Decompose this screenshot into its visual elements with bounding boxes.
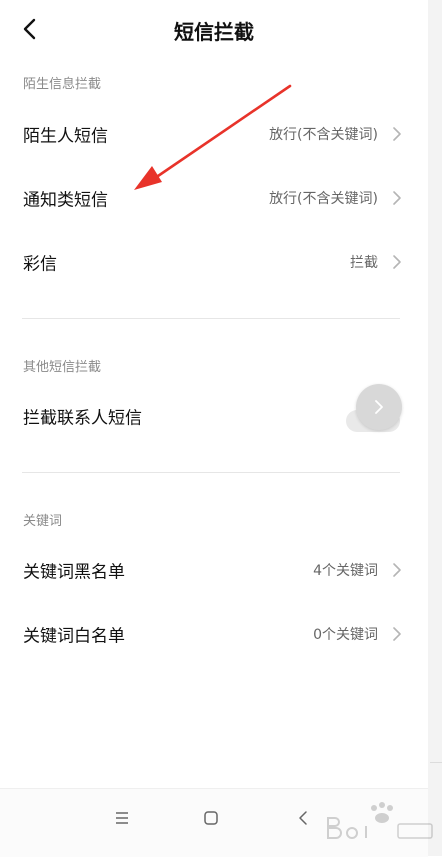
- section-title-other: 其他短信拦截: [23, 360, 102, 375]
- divider: [22, 472, 400, 473]
- chevron-right-icon: [393, 563, 401, 577]
- menu-icon: [116, 812, 128, 824]
- row-keyword-blacklist[interactable]: 关键词黑名单 4个关键词: [0, 540, 428, 600]
- divider: [22, 318, 400, 319]
- header: 短信拦截: [0, 0, 428, 60]
- row-label: 关键词黑名单: [23, 562, 125, 583]
- row-label: 陌生人短信: [23, 126, 108, 147]
- row-value: 放行(不含关键词): [269, 191, 378, 207]
- toggle-knob: [356, 384, 402, 430]
- section-title-keywords: 关键词: [23, 514, 63, 529]
- chevron-right-icon: [393, 255, 401, 269]
- row-value: 4个关键词: [313, 563, 378, 579]
- right-edge-strip: [428, 0, 442, 856]
- row-keyword-whitelist[interactable]: 关键词白名单 0个关键词: [0, 604, 428, 664]
- row-value: 放行(不含关键词): [269, 127, 378, 143]
- nav-back-button[interactable]: [288, 803, 318, 833]
- home-square-icon: [204, 811, 218, 825]
- chevron-right-icon: [393, 627, 401, 641]
- page-title: 短信拦截: [174, 20, 254, 44]
- watermark-logo: [327, 802, 433, 839]
- row-label: 彩信: [23, 254, 57, 275]
- row-label: 通知类短信: [23, 190, 108, 211]
- chevron-right-icon: [393, 127, 401, 141]
- block-contact-sms-toggle[interactable]: [346, 384, 402, 434]
- edge-divider: [430, 762, 442, 763]
- chevron-right-icon: [393, 191, 401, 205]
- row-label: 关键词白名单: [23, 626, 125, 647]
- row-notification-sms[interactable]: 通知类短信 放行(不含关键词): [0, 168, 428, 228]
- row-value: 0个关键词: [313, 627, 378, 643]
- row-mms[interactable]: 彩信 拦截: [0, 232, 428, 292]
- nav-home-button[interactable]: [196, 803, 226, 833]
- back-triangle-icon: [299, 811, 307, 825]
- row-label: 拦截联系人短信: [23, 408, 142, 429]
- nav-menu-button[interactable]: [107, 803, 137, 833]
- row-stranger-sms[interactable]: 陌生人短信 放行(不含关键词): [0, 104, 428, 164]
- row-value: 拦截: [350, 255, 378, 271]
- sms-intercept-screen: 短信拦截 陌生信息拦截 陌生人短信 放行(不含关键词) 通知类短信 放行(不含关…: [0, 0, 428, 857]
- section-title-stranger: 陌生信息拦截: [23, 77, 102, 92]
- chevron-right-icon: [375, 400, 383, 414]
